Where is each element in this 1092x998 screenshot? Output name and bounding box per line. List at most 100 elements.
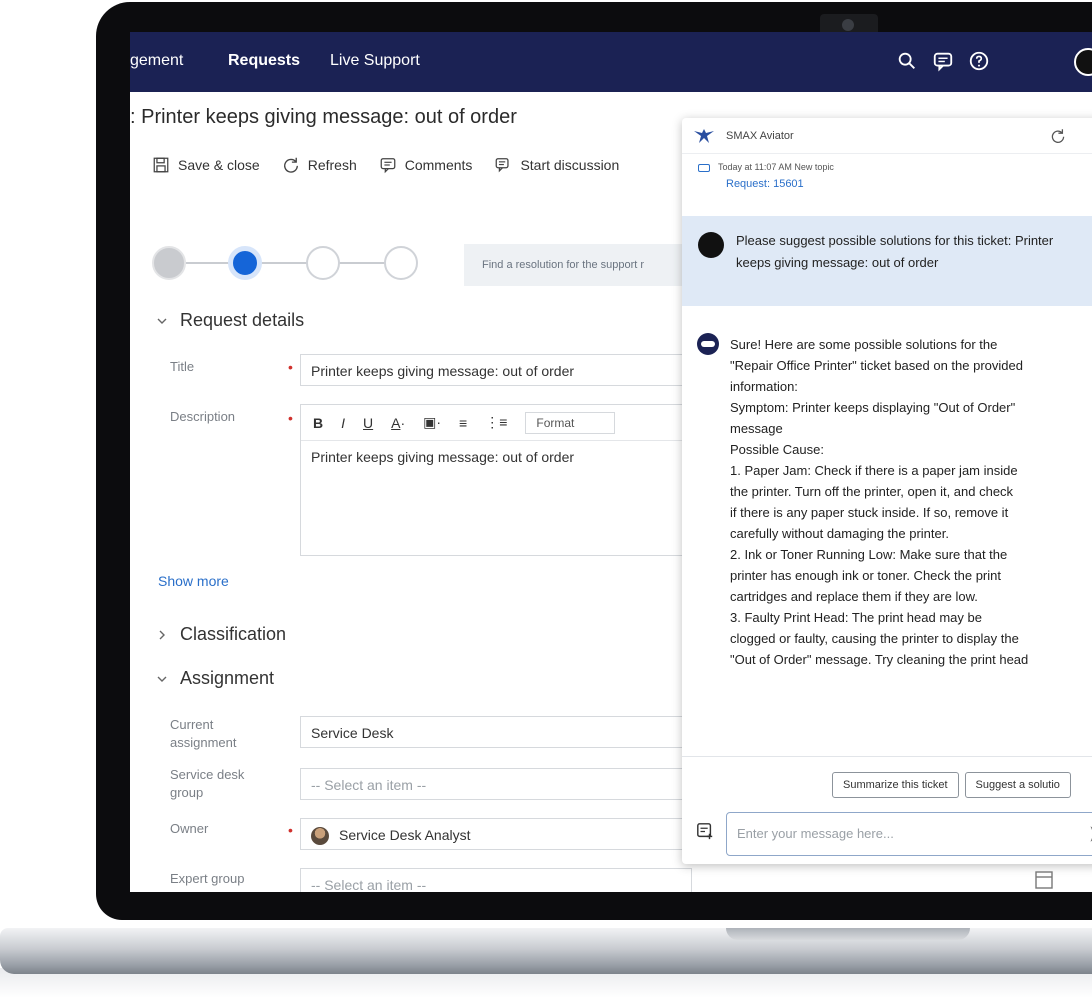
service-desk-group-label: Service desk group bbox=[170, 767, 245, 800]
suggest-solution-button[interactable]: Suggest a solutio bbox=[964, 772, 1071, 798]
record-toolbar: Save & close Refresh Comments Start disc… bbox=[152, 150, 619, 180]
calendar-icon[interactable] bbox=[1000, 868, 1092, 892]
app-screen: gement Requests Live Support : Printer k… bbox=[130, 32, 1092, 892]
message-line: information: bbox=[730, 379, 798, 394]
bot-message: Sure! Here are some possible solutions f… bbox=[682, 306, 1092, 716]
bold-button[interactable]: B bbox=[313, 415, 323, 431]
required-marker: • bbox=[288, 822, 293, 838]
aviator-title: SMAX Aviator bbox=[726, 129, 794, 142]
chat-input-placeholder: Enter your message here... bbox=[737, 826, 894, 841]
step-upcoming[interactable] bbox=[384, 246, 418, 280]
highlight-button[interactable]: ▣· bbox=[423, 414, 441, 431]
step-completed[interactable] bbox=[152, 246, 186, 280]
discussion-icon bbox=[496, 158, 510, 173]
description-text[interactable]: Printer keeps giving message: out of ord… bbox=[301, 441, 689, 473]
comments-button[interactable]: Comments bbox=[379, 156, 473, 174]
message-line: "Out of Order" message. Try cleaning the… bbox=[730, 652, 1029, 667]
editor-toolbar: B I U A· ▣· ≡ ⋮≡ Format bbox=[301, 405, 689, 441]
page-title: : Printer keeps giving message: out of o… bbox=[130, 106, 517, 128]
nav-item-management[interactable]: gement bbox=[130, 52, 183, 70]
required-marker: • bbox=[288, 359, 293, 375]
chat-icon[interactable] bbox=[932, 50, 954, 72]
bot-message-text: Sure! Here are some possible solutions f… bbox=[730, 334, 1092, 670]
description-editor[interactable]: B I U A· ▣· ≡ ⋮≡ Format Printer keeps gi… bbox=[300, 404, 690, 556]
owner-field[interactable]: Service Desk Analyst bbox=[300, 818, 692, 850]
user-avatar bbox=[698, 232, 724, 258]
current-assignment-field[interactable]: Service Desk bbox=[300, 716, 692, 748]
message-line: 1. Paper Jam: Check if there is a paper … bbox=[730, 463, 1018, 478]
message-line: if there is any paper stuck inside. If s… bbox=[730, 505, 1009, 520]
refresh-icon bbox=[283, 157, 298, 173]
conversation-topic: Today at 11:07 AM New topic Request: 156… bbox=[682, 154, 1092, 216]
search-icon[interactable] bbox=[896, 50, 918, 72]
stepper-hint: Find a resolution for the support r bbox=[464, 244, 684, 286]
section-assignment[interactable]: Assignment bbox=[156, 668, 274, 689]
format-select[interactable]: Format bbox=[525, 411, 616, 434]
chevron-down-icon bbox=[157, 676, 167, 682]
nav-item-live-support[interactable]: Live Support bbox=[330, 52, 420, 70]
new-chat-icon[interactable] bbox=[696, 822, 714, 840]
chevron-down-icon bbox=[157, 318, 167, 324]
save-close-button[interactable]: Save & close bbox=[152, 156, 260, 174]
message-line: cartridges and replace them if they are … bbox=[730, 589, 978, 604]
numbered-list-icon[interactable]: ≡ bbox=[459, 415, 467, 431]
footer-controls bbox=[1000, 868, 1092, 892]
message-line: Please suggest possible solutions for th… bbox=[736, 233, 1012, 248]
section-request-details[interactable]: Request details bbox=[156, 310, 304, 331]
aviator-logo-icon bbox=[694, 128, 714, 143]
laptop-notch bbox=[726, 928, 970, 940]
message-line: carefully without damaging the printer. bbox=[730, 526, 949, 541]
refresh-button[interactable]: Refresh bbox=[282, 156, 357, 174]
service-desk-group-select[interactable]: -- Select an item -- bbox=[300, 768, 692, 800]
user-message: Please suggest possible solutions for th… bbox=[682, 216, 1092, 306]
italic-button[interactable]: I bbox=[341, 415, 345, 431]
message-line: printer has enough ink or toner. Check t… bbox=[730, 568, 1001, 583]
topic-request-link[interactable]: Request: 15601 bbox=[726, 178, 1092, 190]
bullet-list-icon[interactable]: ⋮≡ bbox=[485, 414, 507, 431]
comments-label: Comments bbox=[404, 157, 473, 173]
current-assignment-label: Current assignment bbox=[170, 717, 237, 750]
chevron-right-icon bbox=[159, 630, 165, 639]
aviator-chat-panel: SMAX Aviator Today at 11:07 AM New topic… bbox=[682, 118, 1092, 864]
nav-item-requests[interactable]: Requests bbox=[228, 52, 300, 70]
start-discussion-label: Start discussion bbox=[520, 157, 620, 173]
message-line: message bbox=[730, 421, 783, 436]
aviator-header: SMAX Aviator bbox=[682, 118, 1092, 154]
refresh-icon[interactable] bbox=[1050, 128, 1066, 144]
expert-group-select[interactable]: -- Select an item -- bbox=[300, 868, 692, 892]
start-discussion-button[interactable]: Start discussion bbox=[494, 156, 619, 174]
message-line: 3. Faulty Print Head: The print head may… bbox=[730, 610, 982, 625]
step-upcoming[interactable] bbox=[306, 246, 340, 280]
aviator-bot-icon bbox=[697, 333, 719, 355]
top-navigation-bar: gement Requests Live Support bbox=[130, 32, 1092, 92]
show-more-link[interactable]: Show more bbox=[158, 573, 229, 589]
title-input[interactable]: Printer keeps giving message: out of ord… bbox=[300, 354, 692, 386]
quick-actions: Summarize this ticket Suggest a solutio bbox=[832, 772, 1071, 798]
section-title: Classification bbox=[180, 624, 287, 644]
message-line: the printer. Turn off the printer, open … bbox=[730, 484, 1014, 499]
message-line: Symptom: Printer keeps displaying "Out o… bbox=[730, 400, 1016, 415]
underline-button[interactable]: U bbox=[363, 415, 373, 431]
section-classification[interactable]: Classification bbox=[156, 624, 286, 645]
expert-group-label: Expert group bbox=[170, 871, 245, 886]
message-line: "Repair Office Printer" ticket based on … bbox=[730, 358, 1023, 373]
title-label: Title bbox=[170, 359, 195, 374]
user-avatar[interactable] bbox=[1074, 48, 1092, 76]
save-icon bbox=[153, 157, 169, 173]
workflow-stepper bbox=[152, 244, 422, 282]
refresh-label: Refresh bbox=[307, 157, 357, 173]
owner-label: Owner bbox=[170, 821, 209, 836]
message-line: clogged or faulty, causing the printer t… bbox=[730, 631, 1019, 646]
description-label: Description bbox=[170, 409, 236, 424]
chat-message-input[interactable]: Enter your message here... bbox=[726, 812, 1092, 856]
topic-chat-icon bbox=[698, 164, 710, 172]
topic-timestamp: Today at 11:07 AM New topic bbox=[718, 162, 834, 172]
help-icon[interactable] bbox=[968, 50, 990, 72]
chat-divider bbox=[682, 756, 1092, 757]
step-current[interactable] bbox=[228, 246, 262, 280]
owner-avatar bbox=[311, 827, 329, 846]
summarize-ticket-button[interactable]: Summarize this ticket bbox=[832, 772, 959, 798]
section-title: Request details bbox=[180, 310, 305, 330]
font-color-button[interactable]: A· bbox=[391, 415, 405, 431]
comment-icon bbox=[380, 158, 396, 174]
